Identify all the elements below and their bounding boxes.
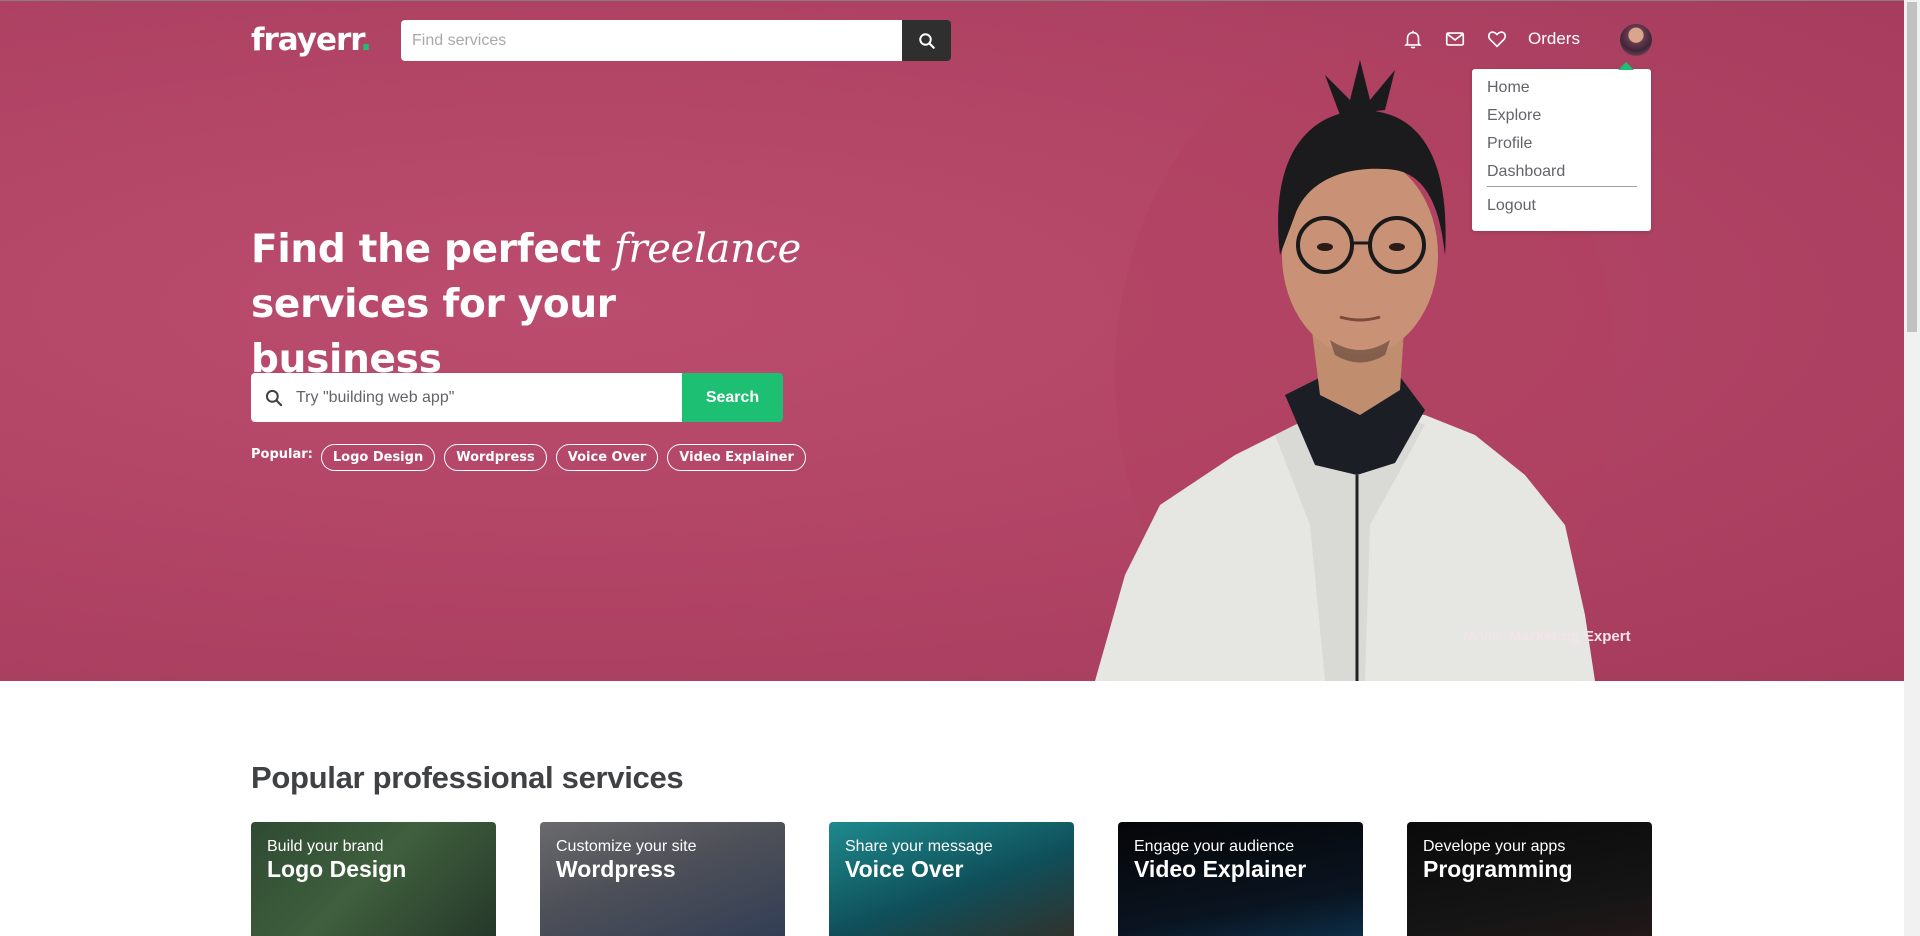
card-title: Logo Design [267,856,407,882]
hero-title-italic: freelance [613,226,802,272]
caption-role: Marketing Expert [1508,628,1631,645]
scrollbar-thumb[interactable] [1907,2,1917,332]
user-dropdown-menu: Home Explore Profile Dashboard Logout [1472,62,1651,231]
orders-link[interactable]: Orders [1528,29,1580,49]
logo-text: frayerr [251,22,361,58]
menu-item-profile[interactable]: Profile [1487,135,1532,153]
header-search-button[interactable] [902,20,951,61]
search-icon [918,32,935,49]
menu-item-logout[interactable]: Logout [1487,197,1536,215]
page-scrollbar[interactable] [1904,0,1920,936]
popular-tag[interactable]: Voice Over [555,444,659,471]
avatar[interactable] [1620,24,1652,56]
hero-search-input[interactable] [284,374,682,421]
menu-item-dashboard[interactable]: Dashboard [1487,163,1565,181]
page: frayerr. Orders Home Explore Profile [0,0,1904,936]
header-search-input[interactable] [401,20,902,61]
mail-icon[interactable] [1444,28,1468,52]
hero-search-field [251,373,682,422]
hero-title: Find the perfect freelance services for y… [251,222,811,387]
service-card-programming[interactable]: Develope your apps Programming [1407,822,1652,936]
service-card-wordpress[interactable]: Customize your site Wordpress [540,822,785,936]
search-icon [265,389,283,406]
popular-tags: Popular: Logo Design Wordpress Voice Ove… [251,444,815,471]
card-subtitle: Build your brand [267,838,384,855]
popular-tag[interactable]: Logo Design [320,444,436,471]
hero-title-part2: services for your business [251,282,616,382]
card-title: Voice Over [845,856,964,882]
caption-name: Moon, [1463,628,1505,645]
service-card-voice-over[interactable]: Share your message Voice Over [829,822,1074,936]
popular-tag[interactable]: Wordpress [444,444,547,471]
card-title: Programming [1423,856,1573,882]
menu-item-explore[interactable]: Explore [1487,107,1541,125]
logo-dot: . [360,22,372,58]
logo[interactable]: frayerr. [251,22,372,58]
top-border [0,0,1904,1]
hero-caption: Moon, Marketing Expert [1463,628,1631,645]
card-subtitle: Engage your audience [1134,838,1295,855]
menu-item-home[interactable]: Home [1487,79,1530,97]
menu-divider [1487,186,1637,187]
bell-icon[interactable] [1402,28,1426,52]
card-title: Wordpress [556,856,676,882]
header-search [401,20,951,61]
card-subtitle: Develope your apps [1423,838,1566,855]
card-title: Video Explainer [1134,856,1307,882]
card-subtitle: Customize your site [556,838,697,855]
section-title: Popular professional services [251,760,684,795]
service-card-logo-design[interactable]: Build your brand Logo Design [251,822,496,936]
service-card-video-explainer[interactable]: Engage your audience Video Explainer [1118,822,1363,936]
hero-search: Search [251,373,783,422]
hero-title-part1: Find the perfect [251,227,614,272]
popular-label: Popular: [251,447,313,462]
card-subtitle: Share your message [845,838,993,855]
heart-icon[interactable] [1486,28,1510,52]
dropdown-caret [1618,62,1634,70]
popular-tag[interactable]: Video Explainer [667,444,806,471]
hero-search-button[interactable]: Search [682,373,783,422]
hero-section: frayerr. Orders Home Explore Profile [0,0,1904,681]
